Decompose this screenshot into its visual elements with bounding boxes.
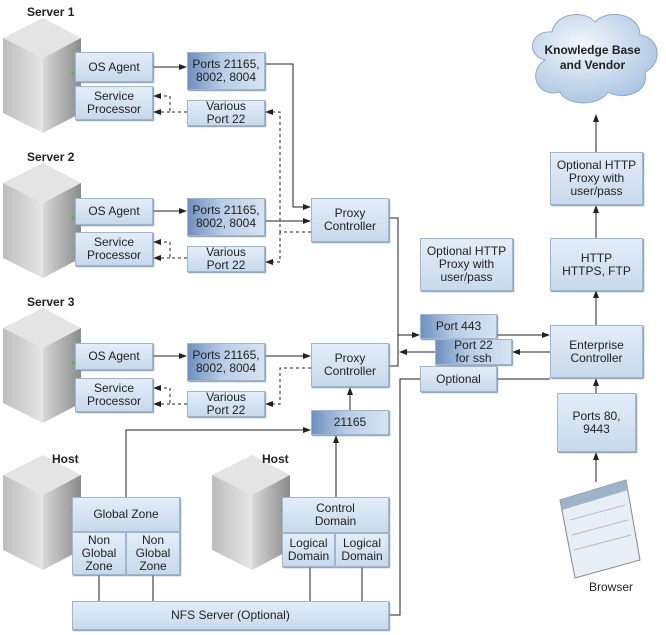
non-global-zone-2: Non Global Zone — [126, 532, 180, 575]
port-443-box: Port 443 — [420, 314, 497, 339]
knowledge-base-cloud-label: Knowledge Base and Vendor — [544, 43, 641, 72]
http-https-ftp-box: HTTP HTTPS, FTP — [550, 238, 643, 291]
non-global-zone-1: Non Global Zone — [72, 532, 126, 575]
server-1-service-processor: Service Processor — [75, 86, 153, 120]
port-21165-box: 21165 — [311, 410, 389, 435]
host-1-label: Host — [52, 452, 79, 466]
server-2-label: Server 2 — [27, 150, 75, 164]
host-1-tower-icon — [3, 455, 81, 570]
proxy-controller-1: Proxy Controller — [311, 198, 389, 242]
proxy-controller-2: Proxy Controller — [311, 343, 389, 387]
server-2-ports: Ports 21165, 8002, 8004 — [187, 198, 265, 236]
server-1-os-agent: OS Agent — [75, 52, 153, 82]
server-2-service-processor: Service Processor — [75, 232, 153, 266]
server-1-various-port: Various Port 22 — [187, 100, 265, 126]
server-3-various-port: Various Port 22 — [187, 391, 265, 417]
server-3-tower-icon — [3, 308, 81, 423]
server-2-various-port: Various Port 22 — [187, 246, 265, 272]
right-http-proxy: Optional HTTP Proxy with user/pass — [550, 152, 643, 205]
arrow-ports1-proxy1 — [265, 63, 311, 210]
server-3-ports: Ports 21165, 8002, 8004 — [187, 343, 265, 381]
browser-label: Browser — [589, 580, 634, 594]
server-2-tower-icon — [3, 163, 81, 278]
middle-http-proxy: Optional HTTP Proxy with user/pass — [420, 238, 513, 291]
nfs-server: NFS Server (Optional) — [72, 601, 389, 630]
architecture-diagram: Server 1 Server 2 Server 3 OS Agent Serv… — [0, 0, 666, 635]
server-3-service-processor: Service Processor — [75, 378, 153, 412]
browser-icon — [559, 479, 641, 579]
server-1-ports: Ports 21165, 8002, 8004 — [187, 52, 265, 90]
server-1-label: Server 1 — [27, 5, 75, 19]
server-3-os-agent: OS Agent — [75, 343, 153, 370]
global-zone: Global Zone — [72, 497, 180, 532]
host-2-tower-icon — [212, 455, 290, 570]
logical-domain-2: Logical Domain — [335, 533, 389, 567]
ports-80-9443-box: Ports 80, 9443 — [557, 393, 636, 452]
port-22-ssh-box: Port 22 for ssh — [435, 339, 512, 365]
server-3-label: Server 3 — [27, 295, 75, 309]
control-domain: Control Domain — [282, 497, 389, 533]
optional-box: Optional — [420, 366, 497, 392]
server-2-os-agent: OS Agent — [75, 198, 153, 225]
logical-domain-1: Logical Domain — [282, 533, 335, 567]
server-1-tower-icon — [3, 18, 81, 133]
enterprise-controller: Enterprise Controller — [550, 325, 643, 378]
host-2-label: Host — [262, 452, 289, 466]
